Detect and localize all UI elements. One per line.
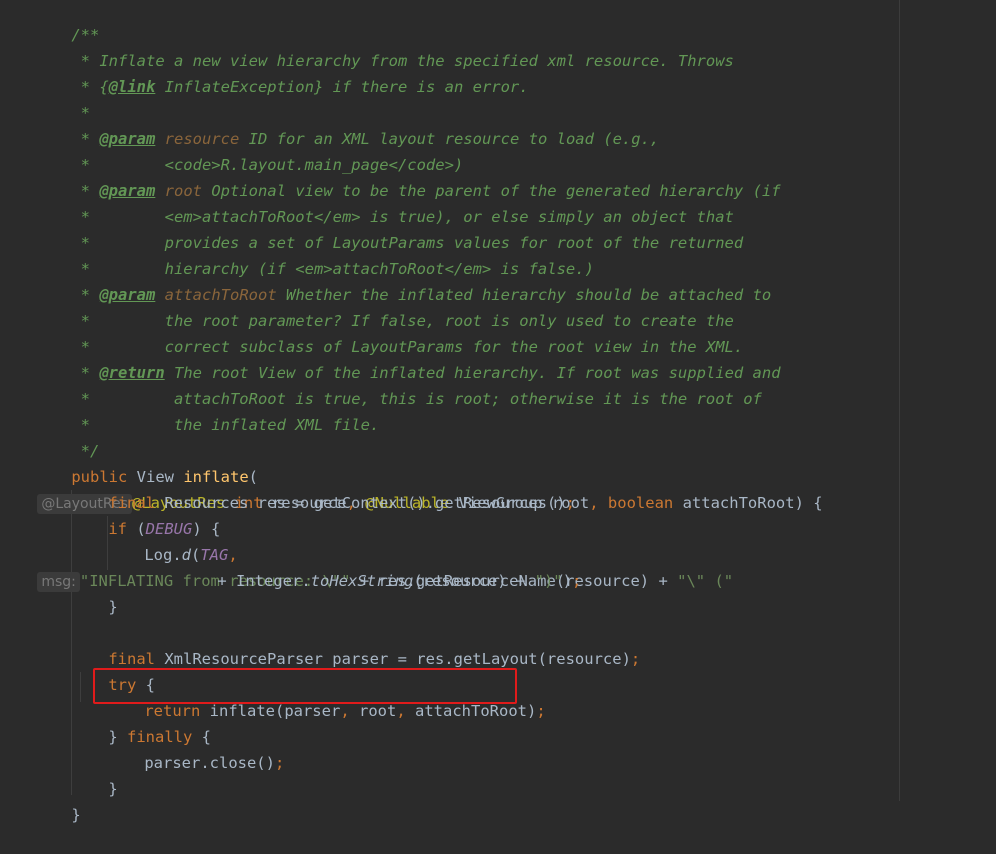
code-line: } [71,806,81,824]
code-line: final Resources res = getContext().getRe… [108,494,575,512]
method-signature-line: public View inflate( @LayoutRes @LayoutRe… [0,438,823,514]
code-line: * @return The root View of the inflated … [71,364,781,382]
code-line: * hierarchy (if <em>attachToRoot</em> is… [71,260,594,278]
code-line: */ [71,442,100,460]
code-line: } [108,780,118,798]
code-line: * provides a set of LayoutParams values … [71,234,744,252]
code-editor[interactable]: /** * Inflate a new view hierarchy from … [0,0,996,824]
code-line: * @param root Optional view to be the pa… [71,182,781,200]
code-line: Log.d(TAG, msg: "INFLATING from resource:… [0,516,733,592]
code-line: if (DEBUG) { [108,520,221,538]
code-line: final XmlResourceParser parser = res.get… [108,650,641,668]
code-line: + Integer.toHexString(resource) + ")"); [217,572,582,590]
code-line: * <code>R.layout.main_page</code>) [71,156,464,174]
code-line: * [71,104,90,122]
code-line: * @param attachToRoot Whether the inflat… [71,286,772,304]
code-line: * the root parameter? If false, root is … [71,312,734,330]
code-line: /** [71,26,100,44]
code-line: * <em>attachToRoot</em> is true), or els… [71,208,734,226]
code-line: } [108,598,118,616]
code-line: * correct subclass of LayoutParams for t… [71,338,744,356]
code-line: * attachToRoot is true, this is root; ot… [71,390,762,408]
code-line: * @param resource ID for an XML layout r… [71,130,660,148]
code-line: * {@link InflateException} if there is a… [71,78,529,96]
highlight-annotation-box [93,668,517,704]
code-line: * the inflated XML file. [71,416,380,434]
code-line: parser.close(); [144,754,285,772]
code-line: * Inflate a new view hierarchy from the … [71,52,734,70]
right-margin-guide [899,0,900,801]
